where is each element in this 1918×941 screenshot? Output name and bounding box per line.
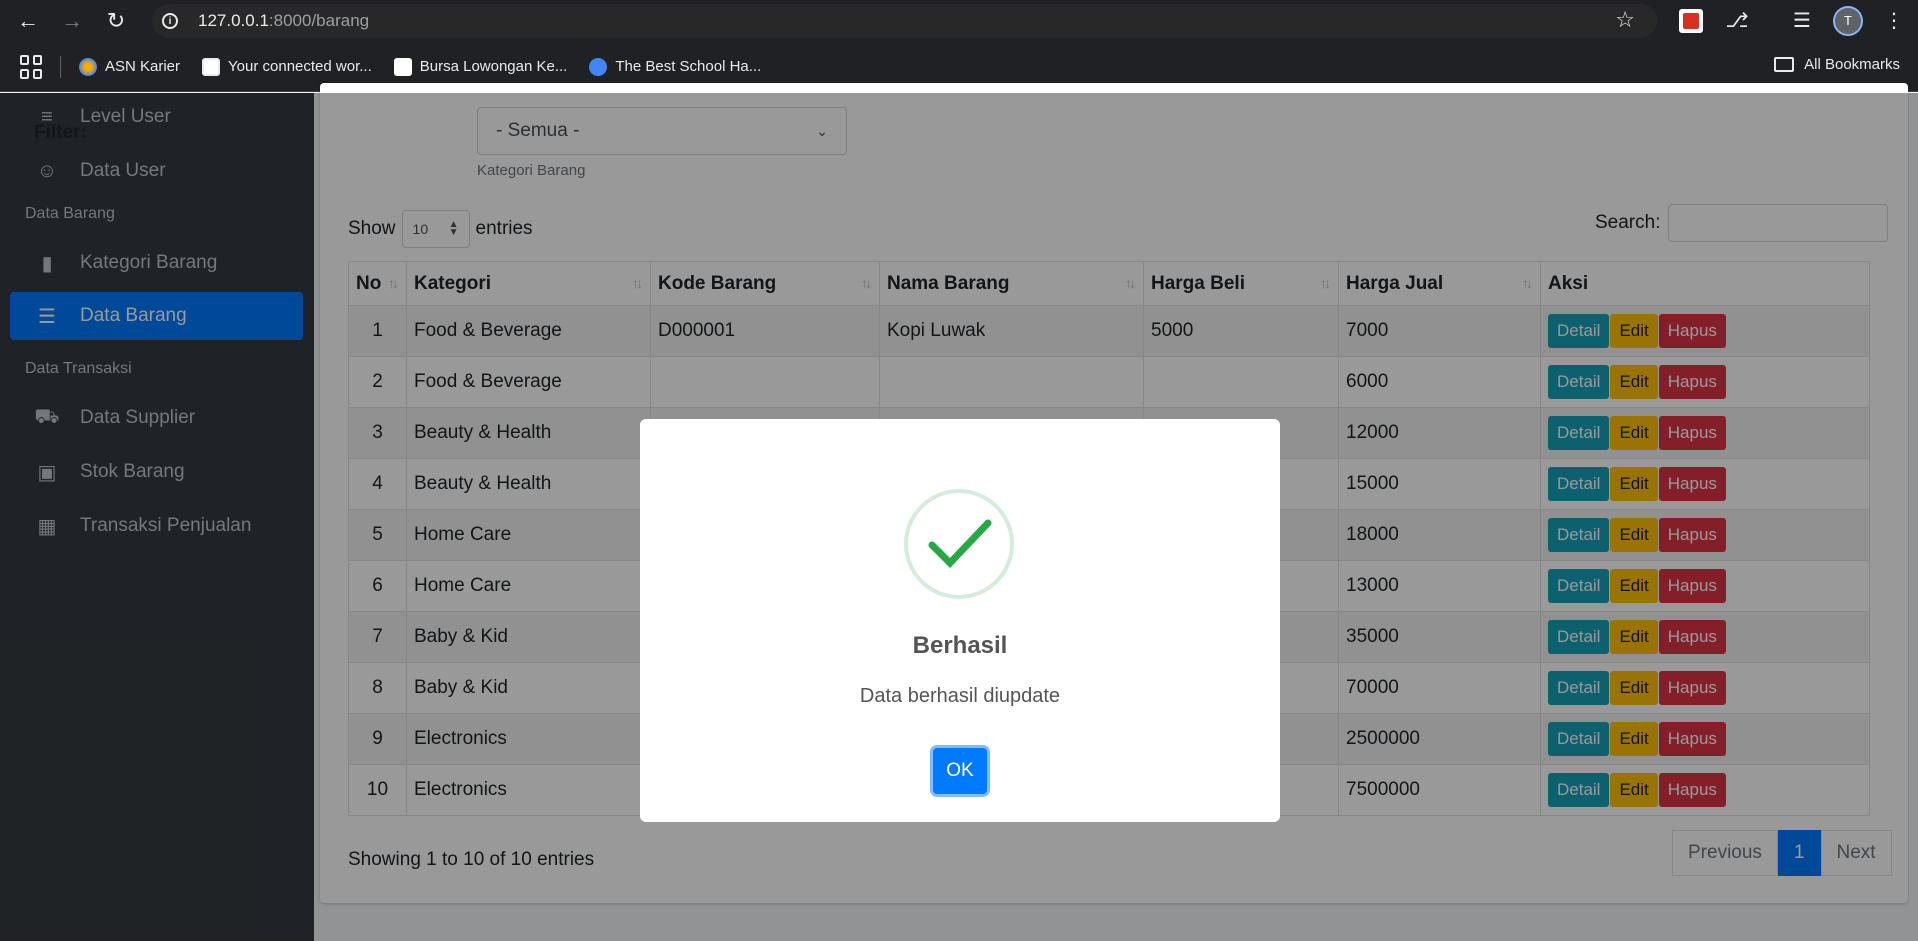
menu-kebab-icon[interactable]: ⋮ [1882,9,1906,33]
asn-star-icon [79,57,97,76]
notion-icon [202,57,221,76]
media-control-icon[interactable]: ☰ [1790,9,1814,33]
bookmark-item[interactable]: The Best School Ha... [589,57,761,76]
forward-icon[interactable]: → [52,0,92,42]
bookmark-item[interactable]: Your connected wor... [202,57,372,76]
profile-avatar[interactable]: T [1833,6,1863,36]
dialog-title: Berhasil [912,632,1008,659]
jobid-icon [393,57,412,76]
reload-icon[interactable]: ↻ [96,0,136,42]
bookmark-star-icon[interactable]: ☆ [1615,7,1635,33]
all-bookmarks[interactable]: All Bookmarks [1774,56,1900,73]
ok-button[interactable]: OK [933,748,987,794]
back-icon[interactable]: ← [8,0,48,42]
dialog-message: Data berhasil diupdate [859,685,1061,707]
folder-icon [1774,57,1795,72]
address-bar[interactable]: i 127.0.0.1:8000/barang ☆ [152,4,1657,38]
bookmark-item[interactable]: ASN Karier [79,57,180,76]
bookmarks-separator [60,55,61,78]
site-info-icon[interactable]: i [152,13,188,29]
globe-icon [589,57,608,76]
extensions-puzzle-icon[interactable]: ⎇ [1725,9,1749,33]
modal-backdrop[interactable]: Berhasil Data berhasil diupdate OK [0,93,1918,941]
success-dialog: Berhasil Data berhasil diupdate OK [640,419,1280,822]
browser-toolbar: ← → ↻ i 127.0.0.1:8000/barang ☆ ⎇ ☰ T ⋮ [0,0,1918,42]
extension-icon[interactable] [1679,9,1703,33]
bookmark-item[interactable]: Bursa Lowongan Ke... [393,57,567,76]
url-text[interactable]: 127.0.0.1:8000/barang [198,11,369,31]
apps-grid-icon[interactable] [20,54,44,79]
success-check-icon [904,489,1014,599]
